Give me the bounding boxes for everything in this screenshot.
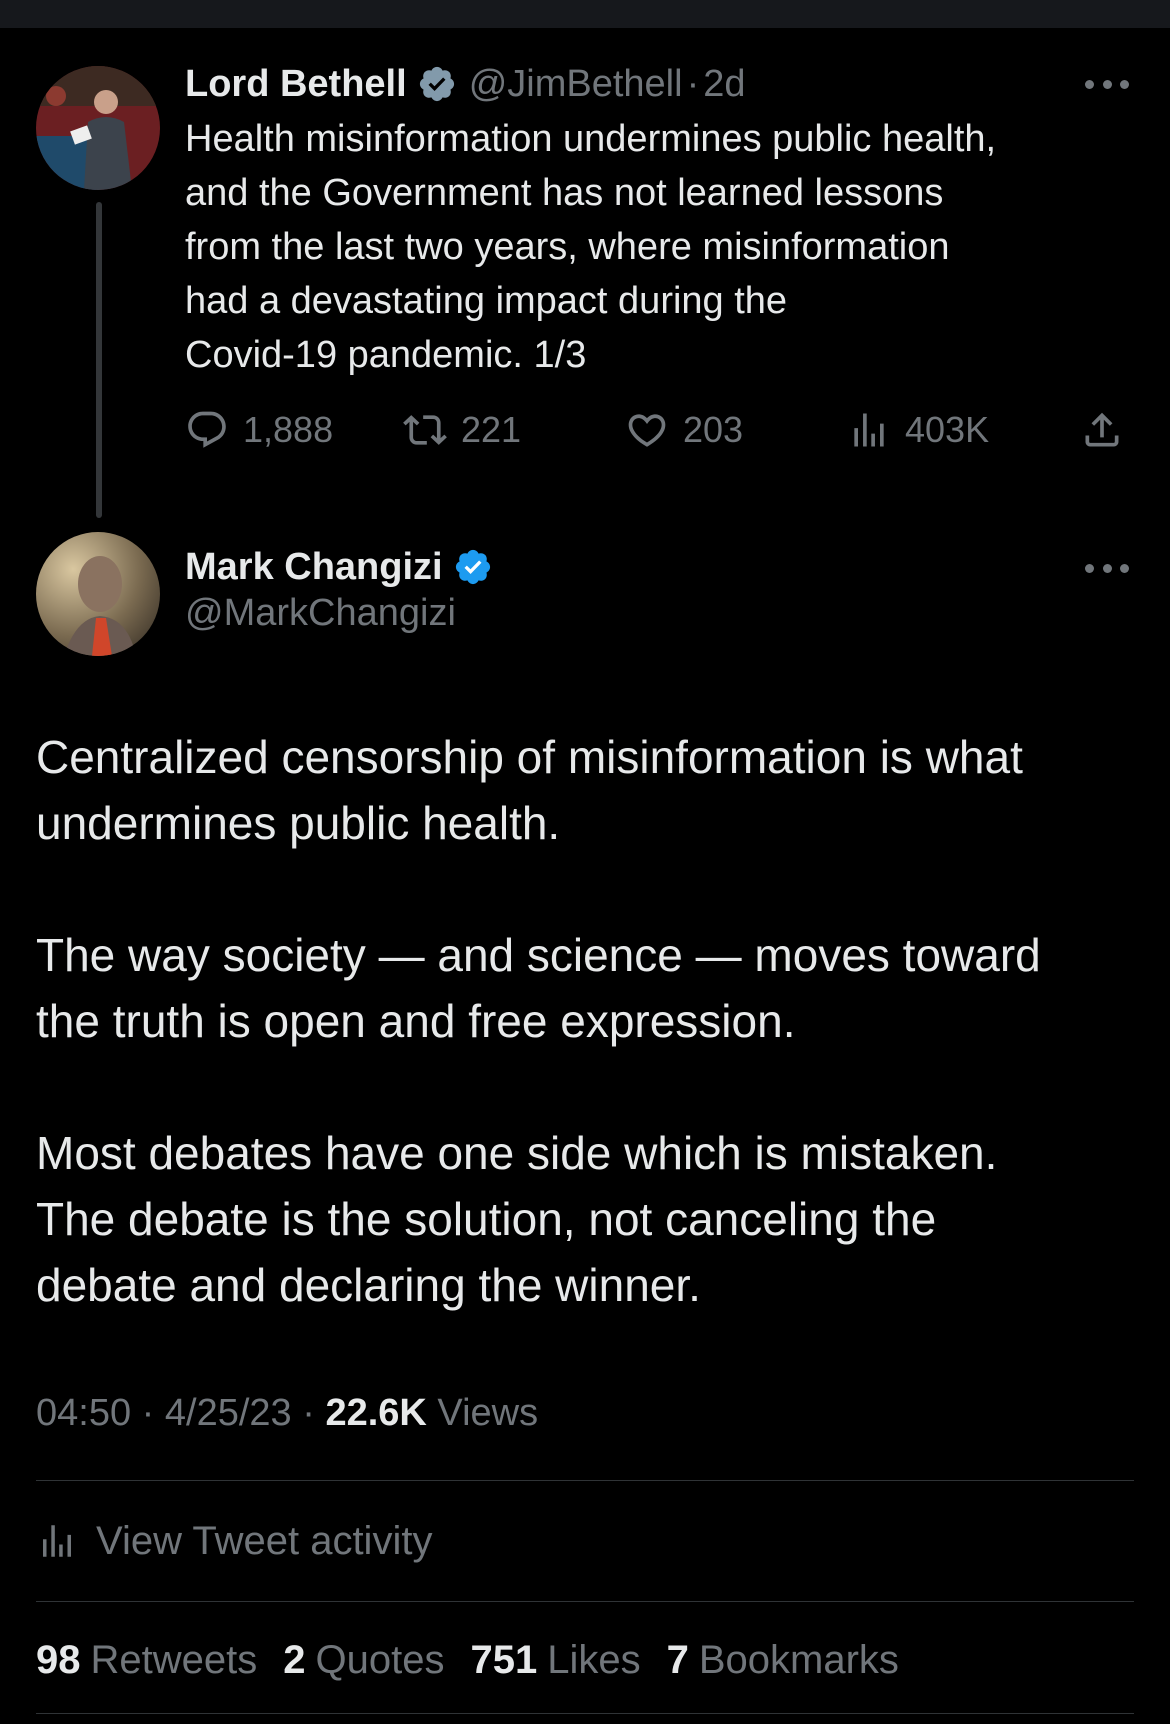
main-header: Mark Changizi xyxy=(185,540,493,594)
text-line: undermines public health. xyxy=(36,797,561,849)
views-count: 403K xyxy=(905,409,990,450)
share-button[interactable] xyxy=(1080,400,1138,460)
status-strip xyxy=(0,0,1170,28)
text-line: the truth is open and free expression. xyxy=(36,995,796,1047)
more-icon[interactable] xyxy=(1085,558,1129,578)
reply-count: 1,888 xyxy=(243,409,334,450)
text-line: The way society — and science — moves to… xyxy=(36,929,1041,981)
text-line: had a devastating impact during the xyxy=(185,280,788,322)
verified-badge-icon[interactable] xyxy=(417,64,457,104)
main-display-name[interactable]: Mark Changizi xyxy=(185,546,443,589)
retweet-icon xyxy=(403,415,447,445)
parent-avatar[interactable] xyxy=(36,66,160,190)
text-line: and the Government has not learned lesso… xyxy=(185,172,944,214)
parent-tweet-text: Health misinformation undermines public … xyxy=(185,112,1145,382)
text-line: Most debates have one side which is mist… xyxy=(36,1127,998,1179)
tweet-metadata: 04:50 · 4/25/23 · 22.6K Views xyxy=(36,1392,538,1435)
tweet-time[interactable]: 04:50 xyxy=(36,1392,131,1434)
divider xyxy=(36,1713,1134,1714)
activity-label: View Tweet activity xyxy=(96,1518,433,1563)
divider xyxy=(36,1601,1134,1602)
text-line: debate and declaring the winner. xyxy=(36,1259,701,1311)
engagement-stats: 98 Retweets 2 Quotes 751 Likes 7 Bookmarks xyxy=(36,1630,925,1690)
views-label: Views xyxy=(437,1392,539,1434)
text-line: Covid-19 pandemic. 1/3 xyxy=(185,334,587,376)
parent-display-name[interactable]: Lord Bethell xyxy=(185,63,407,106)
retweet-count: 221 xyxy=(461,409,522,450)
parent-handle[interactable]: @JimBethell xyxy=(469,63,683,106)
views-button[interactable]: 403K xyxy=(847,400,989,460)
like-button[interactable]: 203 xyxy=(625,400,743,460)
text-line: Health misinformation undermines public … xyxy=(185,118,997,160)
share-icon xyxy=(1085,412,1119,447)
retweets-stat[interactable]: 98 Retweets xyxy=(36,1638,257,1683)
main-handle[interactable]: @MarkChangizi xyxy=(185,592,456,635)
views-icon xyxy=(854,413,884,447)
main-avatar[interactable] xyxy=(36,532,160,656)
reply-button[interactable]: 1,888 xyxy=(185,400,333,460)
activity-chart-icon xyxy=(43,1525,71,1557)
views-count: 22.6K xyxy=(325,1392,427,1434)
divider xyxy=(36,1480,1134,1481)
parent-header: Lord Bethell @JimBethell · 2d xyxy=(185,58,746,110)
view-tweet-activity-link[interactable]: View Tweet activity xyxy=(36,1510,432,1572)
text-line: Centralized censorship of misinformation… xyxy=(36,731,1023,783)
parent-time-ago[interactable]: 2d xyxy=(703,63,745,106)
separator-dot: · xyxy=(302,1392,315,1434)
parent-action-bar: 1,888 221 203 403K xyxy=(185,400,1135,460)
retweet-button[interactable]: 221 xyxy=(403,400,521,460)
likes-stat[interactable]: 751 Likes xyxy=(470,1638,640,1683)
like-icon xyxy=(628,414,666,447)
verified-badge-icon[interactable] xyxy=(453,547,493,587)
bookmarks-stat[interactable]: 7 Bookmarks xyxy=(667,1638,899,1683)
separator-dot: · xyxy=(141,1392,155,1434)
quotes-stat[interactable]: 2 Quotes xyxy=(283,1638,444,1683)
more-icon[interactable] xyxy=(1085,74,1129,94)
text-line: from the last two years, where misinform… xyxy=(185,226,950,268)
separator-dot: · xyxy=(686,62,700,105)
thread-connector-line xyxy=(96,202,102,518)
tweet-date[interactable]: 4/25/23 xyxy=(165,1392,292,1434)
reply-icon xyxy=(188,411,226,448)
main-tweet-text: Centralized censorship of misinformation… xyxy=(36,724,1136,1318)
text-line: The debate is the solution, not cancelin… xyxy=(36,1193,937,1245)
like-count: 203 xyxy=(683,409,744,450)
